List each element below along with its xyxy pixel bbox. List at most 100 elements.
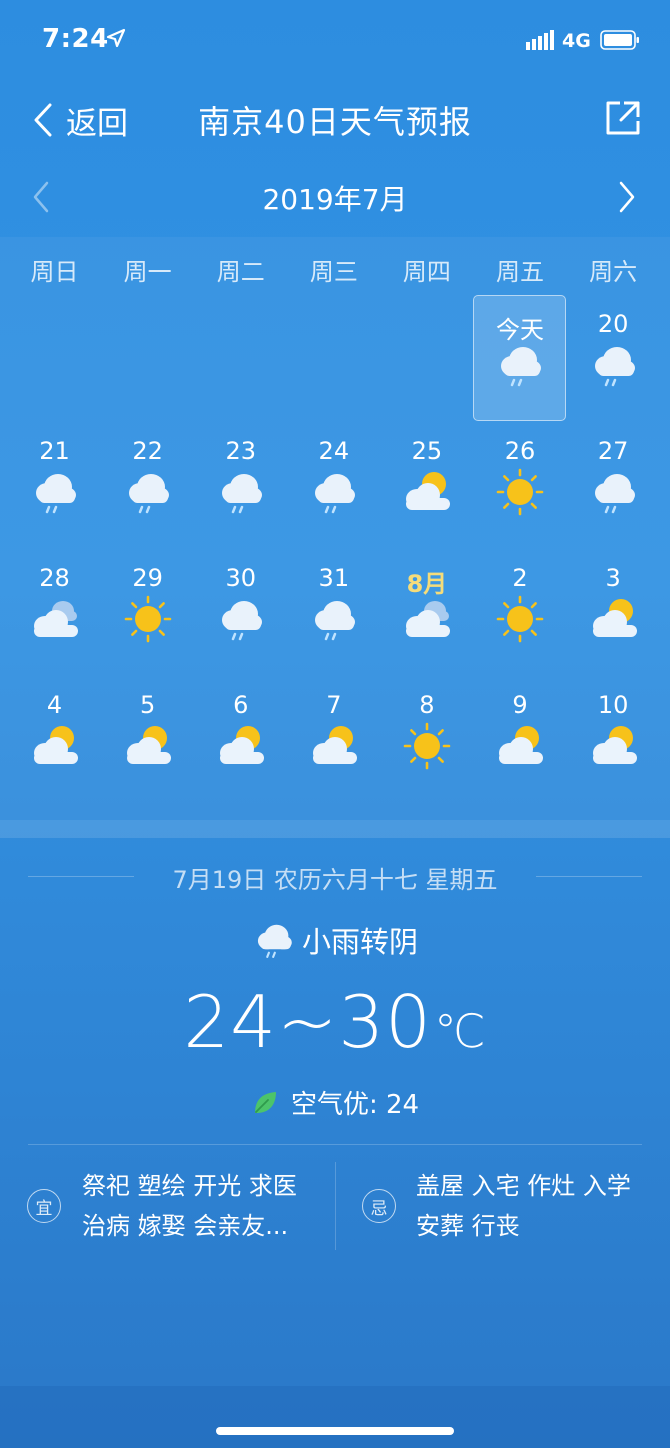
yi-list[interactable]: 祭祀 塑绘 开光 求医 治病 嫁娶 会亲友...: [82, 1166, 327, 1246]
signal-icon: [526, 30, 554, 50]
day-label: 26: [504, 437, 536, 465]
share-icon[interactable]: [604, 99, 642, 137]
air-quality: 空气优: 24: [0, 1084, 670, 1121]
day-label: 6: [233, 691, 249, 719]
calendar-day[interactable]: 7: [287, 676, 380, 803]
aqi-text: 空气优: 24: [290, 1090, 420, 1120]
day-label: 23: [225, 437, 256, 465]
selected-date: 7月19日 农历六月十七 星期五: [172, 866, 498, 894]
calendar-day[interactable]: 27: [567, 422, 660, 549]
calendar-day[interactable]: 2: [473, 549, 566, 676]
calendar-day-empty: [194, 295, 287, 422]
calendar-day[interactable]: 21: [8, 422, 101, 549]
day-label: 25: [411, 437, 443, 465]
weekday-label: 周四: [402, 258, 451, 286]
calendar-day[interactable]: 29: [101, 549, 194, 676]
ji-list[interactable]: 盖屋 入宅 作灶 入学 安葬 行丧: [416, 1166, 656, 1246]
next-month-icon[interactable]: [616, 180, 638, 214]
day-label: 29: [132, 564, 163, 592]
day-label: 8: [419, 691, 435, 719]
weekday-label: 周五: [496, 258, 545, 286]
calendar-day-empty: [101, 295, 194, 422]
calendar-day[interactable]: 28: [8, 549, 101, 676]
month-navigation: 2019年7月: [0, 172, 670, 222]
calendar-week-row: 21 22 23 24 25 26 27: [8, 422, 660, 549]
sun-icon: [497, 595, 544, 643]
day-label: 2: [512, 564, 528, 592]
weekday-label: 周三: [309, 258, 358, 286]
sun-icon: [124, 595, 172, 643]
rain-cloud-icon: [222, 601, 263, 641]
partly-cloudy-icon: [499, 726, 544, 764]
day-label: 21: [39, 437, 70, 465]
rain-cloud-icon: [594, 474, 635, 514]
weekday-label: 周六: [589, 258, 638, 286]
weekday-label: 周二: [216, 258, 265, 286]
location-arrow-icon: [106, 28, 126, 48]
calendar-day[interactable]: 26: [473, 422, 566, 549]
calendar-day-today[interactable]: 今天: [473, 295, 567, 422]
calendar-day[interactable]: 20: [567, 295, 660, 422]
calendar-day[interactable]: 25: [380, 422, 473, 549]
partly-cloudy-icon: [34, 726, 78, 764]
rain-cloud-icon: [501, 347, 542, 387]
calendar-day[interactable]: 5: [101, 676, 194, 803]
calendar-week-row: 今天 20: [8, 295, 660, 422]
temperature-range: 24~30℃: [0, 980, 670, 1064]
calendar-day-empty: [287, 295, 380, 422]
calendar-day[interactable]: 30: [194, 549, 287, 676]
rain-cloud-icon: [129, 474, 170, 514]
calendar-day[interactable]: 3: [567, 549, 660, 676]
calendar-day[interactable]: 8月: [380, 549, 473, 676]
calendar-week-row: 4 5 6 7 8 9 10: [8, 676, 660, 803]
calendar-day[interactable]: 23: [194, 422, 287, 549]
day-label: 30: [225, 564, 256, 592]
weather-condition: 小雨转阴: [0, 918, 670, 962]
calendar-day[interactable]: 31: [287, 549, 380, 676]
calendar-day[interactable]: 24: [287, 422, 380, 549]
calendar: 周日 周一 周二 周三 周四 周五 周六 今天 20 21 22 23 24 25 26 27 2…: [0, 237, 670, 820]
day-label: 3: [605, 564, 621, 592]
calendar-day[interactable]: 4: [8, 676, 101, 803]
partly-cloudy-icon: [592, 599, 637, 637]
calendar-day[interactable]: 9: [473, 676, 566, 803]
bottom-band: [0, 1386, 670, 1448]
weekday-label: 周一: [123, 258, 172, 286]
temperature-value: 24~30: [183, 980, 432, 1064]
calendar-day[interactable]: 10: [567, 676, 660, 803]
overcast-icon: [34, 601, 78, 637]
day-label: 31: [318, 564, 350, 592]
day-label: 9: [512, 691, 528, 719]
back-label: 返回: [66, 105, 128, 142]
sun-icon: [404, 722, 451, 770]
temperature-unit: ℃: [433, 1004, 487, 1058]
section-divider: [0, 820, 670, 838]
ji-line: 盖屋 入宅 作灶 入学: [416, 1172, 631, 1200]
back-button[interactable]: 返回: [32, 100, 128, 142]
chevron-left-icon: [34, 103, 52, 137]
calendar-day-empty: [8, 295, 101, 422]
rain-cloud-icon: [257, 924, 292, 958]
partly-cloudy-icon: [592, 726, 637, 764]
overcast-icon: [406, 601, 451, 637]
calendar-grid: 今天 20 21 22 23 24 25 26 27 28 29 30 31 8月 2 3 4 5 6 7 8 9 10: [8, 295, 660, 803]
calendar-day[interactable]: 6: [194, 676, 287, 803]
yi-badge: 宜: [27, 1189, 61, 1223]
battery-icon: [600, 30, 639, 50]
network-type: 4G: [562, 30, 591, 52]
partly-cloudy-icon: [406, 472, 451, 510]
day-label: 5: [140, 691, 156, 719]
calendar-day[interactable]: 22: [101, 422, 194, 549]
partly-cloudy-icon: [313, 726, 358, 764]
home-indicator[interactable]: [216, 1427, 454, 1435]
rain-cloud-icon: [315, 474, 356, 514]
calendar-week-row: 28 29 30 31 8月 2 3: [8, 549, 660, 676]
rain-cloud-icon: [594, 347, 635, 387]
status-time: 7:24: [42, 24, 109, 54]
day-label: 27: [597, 437, 629, 465]
status-bar: 7:24 4G: [0, 0, 670, 80]
rain-cloud-icon: [222, 474, 263, 514]
rain-cloud-icon: [315, 601, 356, 641]
calendar-day[interactable]: 8: [380, 676, 473, 803]
day-label: 28: [39, 564, 70, 592]
